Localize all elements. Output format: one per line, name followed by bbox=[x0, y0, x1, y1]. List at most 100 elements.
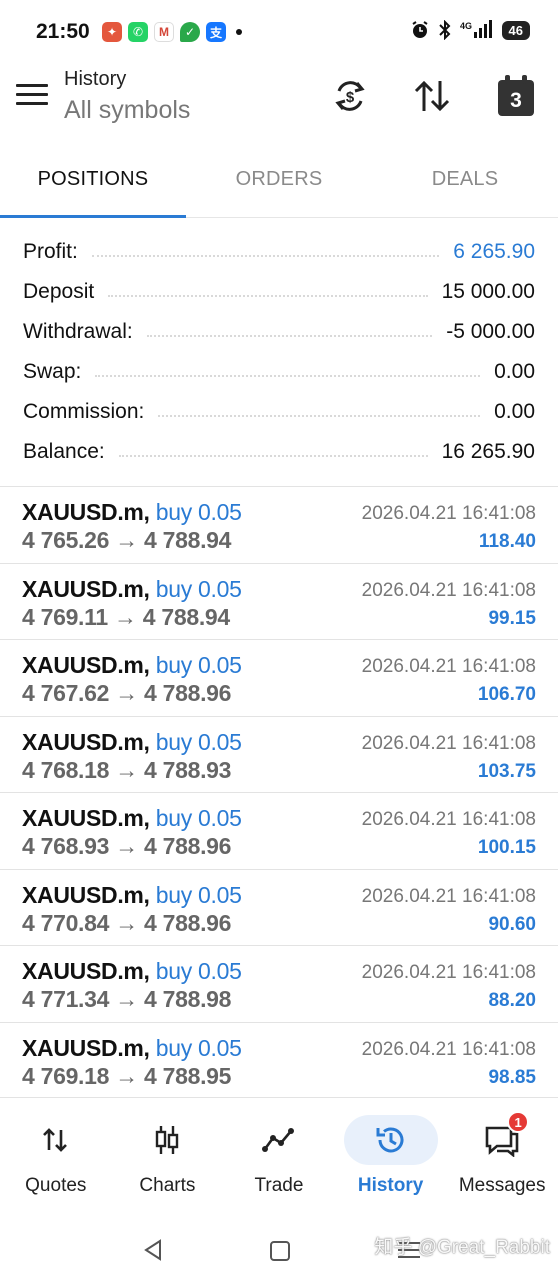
nav-quotes[interactable]: Quotes bbox=[0, 1105, 112, 1210]
nav-label: History bbox=[357, 1175, 424, 1196]
position-row[interactable]: XAUUSD.m, buy 0.05 4 768.18 → 4 788.93 2… bbox=[0, 715, 558, 793]
signal-icon: 4G bbox=[460, 20, 492, 38]
arrow-icon: → bbox=[115, 756, 138, 783]
tab-positions[interactable]: POSITIONS bbox=[0, 142, 186, 218]
currency-exchange-icon[interactable]: $ bbox=[330, 76, 370, 116]
messages-icon: 1 bbox=[455, 1111, 549, 1165]
alarm-icon bbox=[411, 21, 428, 38]
nav-charts[interactable]: Charts bbox=[112, 1105, 224, 1210]
bottom-navigation: Quotes Charts Trade History 1 Messages bbox=[0, 1105, 558, 1210]
arrow-icon: → bbox=[115, 833, 138, 859]
battery-indicator: 46 bbox=[501, 20, 530, 40]
position-row[interactable]: XAUUSD.m, buy 0.05 4 767.62 → 4 788.96 2… bbox=[0, 639, 558, 716]
position-symbol: XAUUSD.m, bbox=[22, 958, 150, 984]
close-price: 4 788.93 bbox=[144, 756, 232, 783]
nav-history[interactable]: History bbox=[335, 1105, 447, 1210]
sort-icon[interactable] bbox=[412, 76, 452, 116]
position-symbol: XAUUSD.m, bbox=[22, 728, 150, 755]
position-row[interactable]: XAUUSD.m, buy 0.05 4 769.11 → 4 788.94 2… bbox=[0, 562, 558, 640]
account-summary: Profit: 6 265.90 Deposit 15 000.00 Withd… bbox=[0, 232, 558, 472]
position-profit: 98.85 bbox=[488, 1066, 536, 1088]
position-side: buy 0.05 bbox=[155, 958, 242, 984]
system-status-icons: 4G 46 bbox=[410, 20, 530, 40]
positions-list: XAUUSD.m, buy 0.05 4 765.26 → 4 788.94 2… bbox=[0, 486, 558, 1098]
tab-deals[interactable]: DEALS bbox=[372, 142, 558, 217]
page-title: History bbox=[64, 68, 127, 90]
position-side: buy 0.05 bbox=[155, 652, 242, 678]
open-price: 4 771.34 bbox=[22, 986, 110, 1012]
arrow-icon: → bbox=[113, 603, 137, 630]
position-profit: 99.15 bbox=[488, 607, 536, 629]
symbol-filter[interactable]: All symbols bbox=[64, 96, 190, 125]
position-profit: 118.40 bbox=[478, 531, 536, 552]
nav-label: Trade bbox=[254, 1175, 304, 1196]
position-profit: 100.15 bbox=[477, 837, 536, 858]
app-notification-icon: ✦ bbox=[102, 22, 122, 42]
more-notifications-dot bbox=[236, 29, 242, 35]
position-side: buy 0.05 bbox=[155, 881, 242, 908]
gmail-icon: M bbox=[154, 22, 174, 42]
open-price: 4 770.84 bbox=[22, 909, 110, 936]
position-symbol: XAUUSD.m, bbox=[22, 652, 150, 678]
position-time: 2026.04.21 16:41:08 bbox=[361, 656, 536, 677]
position-time: 2026.04.21 16:41:08 bbox=[361, 732, 536, 754]
quotes-icon bbox=[9, 1115, 103, 1165]
position-profit: 103.75 bbox=[477, 760, 536, 782]
summary-value: 0.00 bbox=[494, 400, 535, 423]
candlestick-icon bbox=[120, 1115, 214, 1165]
summary-row-swap: Swap: 0.00 bbox=[0, 352, 558, 392]
arrow-icon: → bbox=[115, 986, 138, 1012]
summary-label: Deposit bbox=[23, 280, 95, 303]
position-time: 2026.04.21 16:41:08 bbox=[361, 885, 536, 907]
arrow-icon: → bbox=[115, 527, 138, 553]
summary-label: Profit: bbox=[23, 240, 78, 263]
position-side: buy 0.05 bbox=[155, 805, 242, 831]
calendar-day: 3 bbox=[510, 89, 522, 112]
nav-messages[interactable]: 1 Messages bbox=[446, 1105, 558, 1210]
summary-row-profit: Profit: 6 265.90 bbox=[0, 232, 558, 272]
close-price: 4 788.94 bbox=[144, 527, 232, 553]
nav-trade[interactable]: Trade bbox=[223, 1105, 335, 1210]
nav-label: Quotes bbox=[25, 1175, 87, 1196]
close-price: 4 788.98 bbox=[144, 986, 232, 1012]
unread-badge: 1 bbox=[507, 1111, 530, 1133]
summary-row-commission: Commission: 0.00 bbox=[0, 392, 558, 432]
position-side: buy 0.05 bbox=[155, 728, 242, 755]
arrow-icon: → bbox=[115, 1062, 138, 1089]
menu-icon[interactable] bbox=[16, 84, 48, 112]
calendar-icon[interactable]: 3 bbox=[498, 75, 534, 116]
position-row[interactable]: XAUUSD.m, buy 0.05 4 765.26 → 4 788.94 2… bbox=[0, 486, 558, 563]
open-price: 4 768.18 bbox=[22, 756, 110, 783]
summary-value: 15 000.00 bbox=[441, 280, 535, 303]
position-row[interactable]: XAUUSD.m, buy 0.05 4 768.93 → 4 788.96 2… bbox=[0, 792, 558, 869]
summary-label: Withdrawal: bbox=[23, 320, 133, 343]
app-bar: History All symbols $ 3 bbox=[0, 62, 558, 142]
close-price: 4 788.96 bbox=[144, 680, 232, 706]
position-symbol: XAUUSD.m, bbox=[22, 1034, 150, 1061]
arrow-icon: → bbox=[115, 680, 138, 706]
back-icon[interactable] bbox=[142, 1238, 164, 1262]
summary-row-balance: Balance: 16 265.90 bbox=[0, 432, 558, 472]
position-row[interactable]: XAUUSD.m, buy 0.05 4 770.84 → 4 788.96 2… bbox=[0, 868, 558, 946]
position-side: buy 0.05 bbox=[155, 575, 242, 602]
open-price: 4 765.26 bbox=[22, 527, 110, 553]
position-profit: 90.60 bbox=[488, 913, 536, 935]
position-side: buy 0.05 bbox=[155, 1034, 242, 1061]
summary-label: Balance: bbox=[23, 440, 105, 463]
home-icon[interactable] bbox=[270, 1241, 290, 1261]
position-time: 2026.04.21 16:41:08 bbox=[361, 1038, 536, 1060]
trade-icon bbox=[232, 1115, 326, 1165]
position-profit: 88.20 bbox=[488, 990, 536, 1011]
open-price: 4 767.62 bbox=[22, 680, 110, 706]
position-row[interactable]: XAUUSD.m, buy 0.05 4 771.34 → 4 788.98 2… bbox=[0, 945, 558, 1022]
arrow-icon: → bbox=[115, 909, 138, 936]
summary-label: Swap: bbox=[23, 360, 82, 383]
nav-label: Charts bbox=[139, 1175, 196, 1196]
shield-icon: ✓ bbox=[180, 22, 200, 42]
summary-value: 16 265.90 bbox=[441, 440, 535, 463]
tab-orders[interactable]: ORDERS bbox=[186, 142, 372, 217]
summary-value: 0.00 bbox=[494, 360, 535, 383]
position-row[interactable]: XAUUSD.m, buy 0.05 4 769.18 → 4 788.95 2… bbox=[0, 1021, 558, 1098]
summary-value: -5 000.00 bbox=[446, 320, 535, 343]
network-label: 4G bbox=[460, 21, 472, 31]
